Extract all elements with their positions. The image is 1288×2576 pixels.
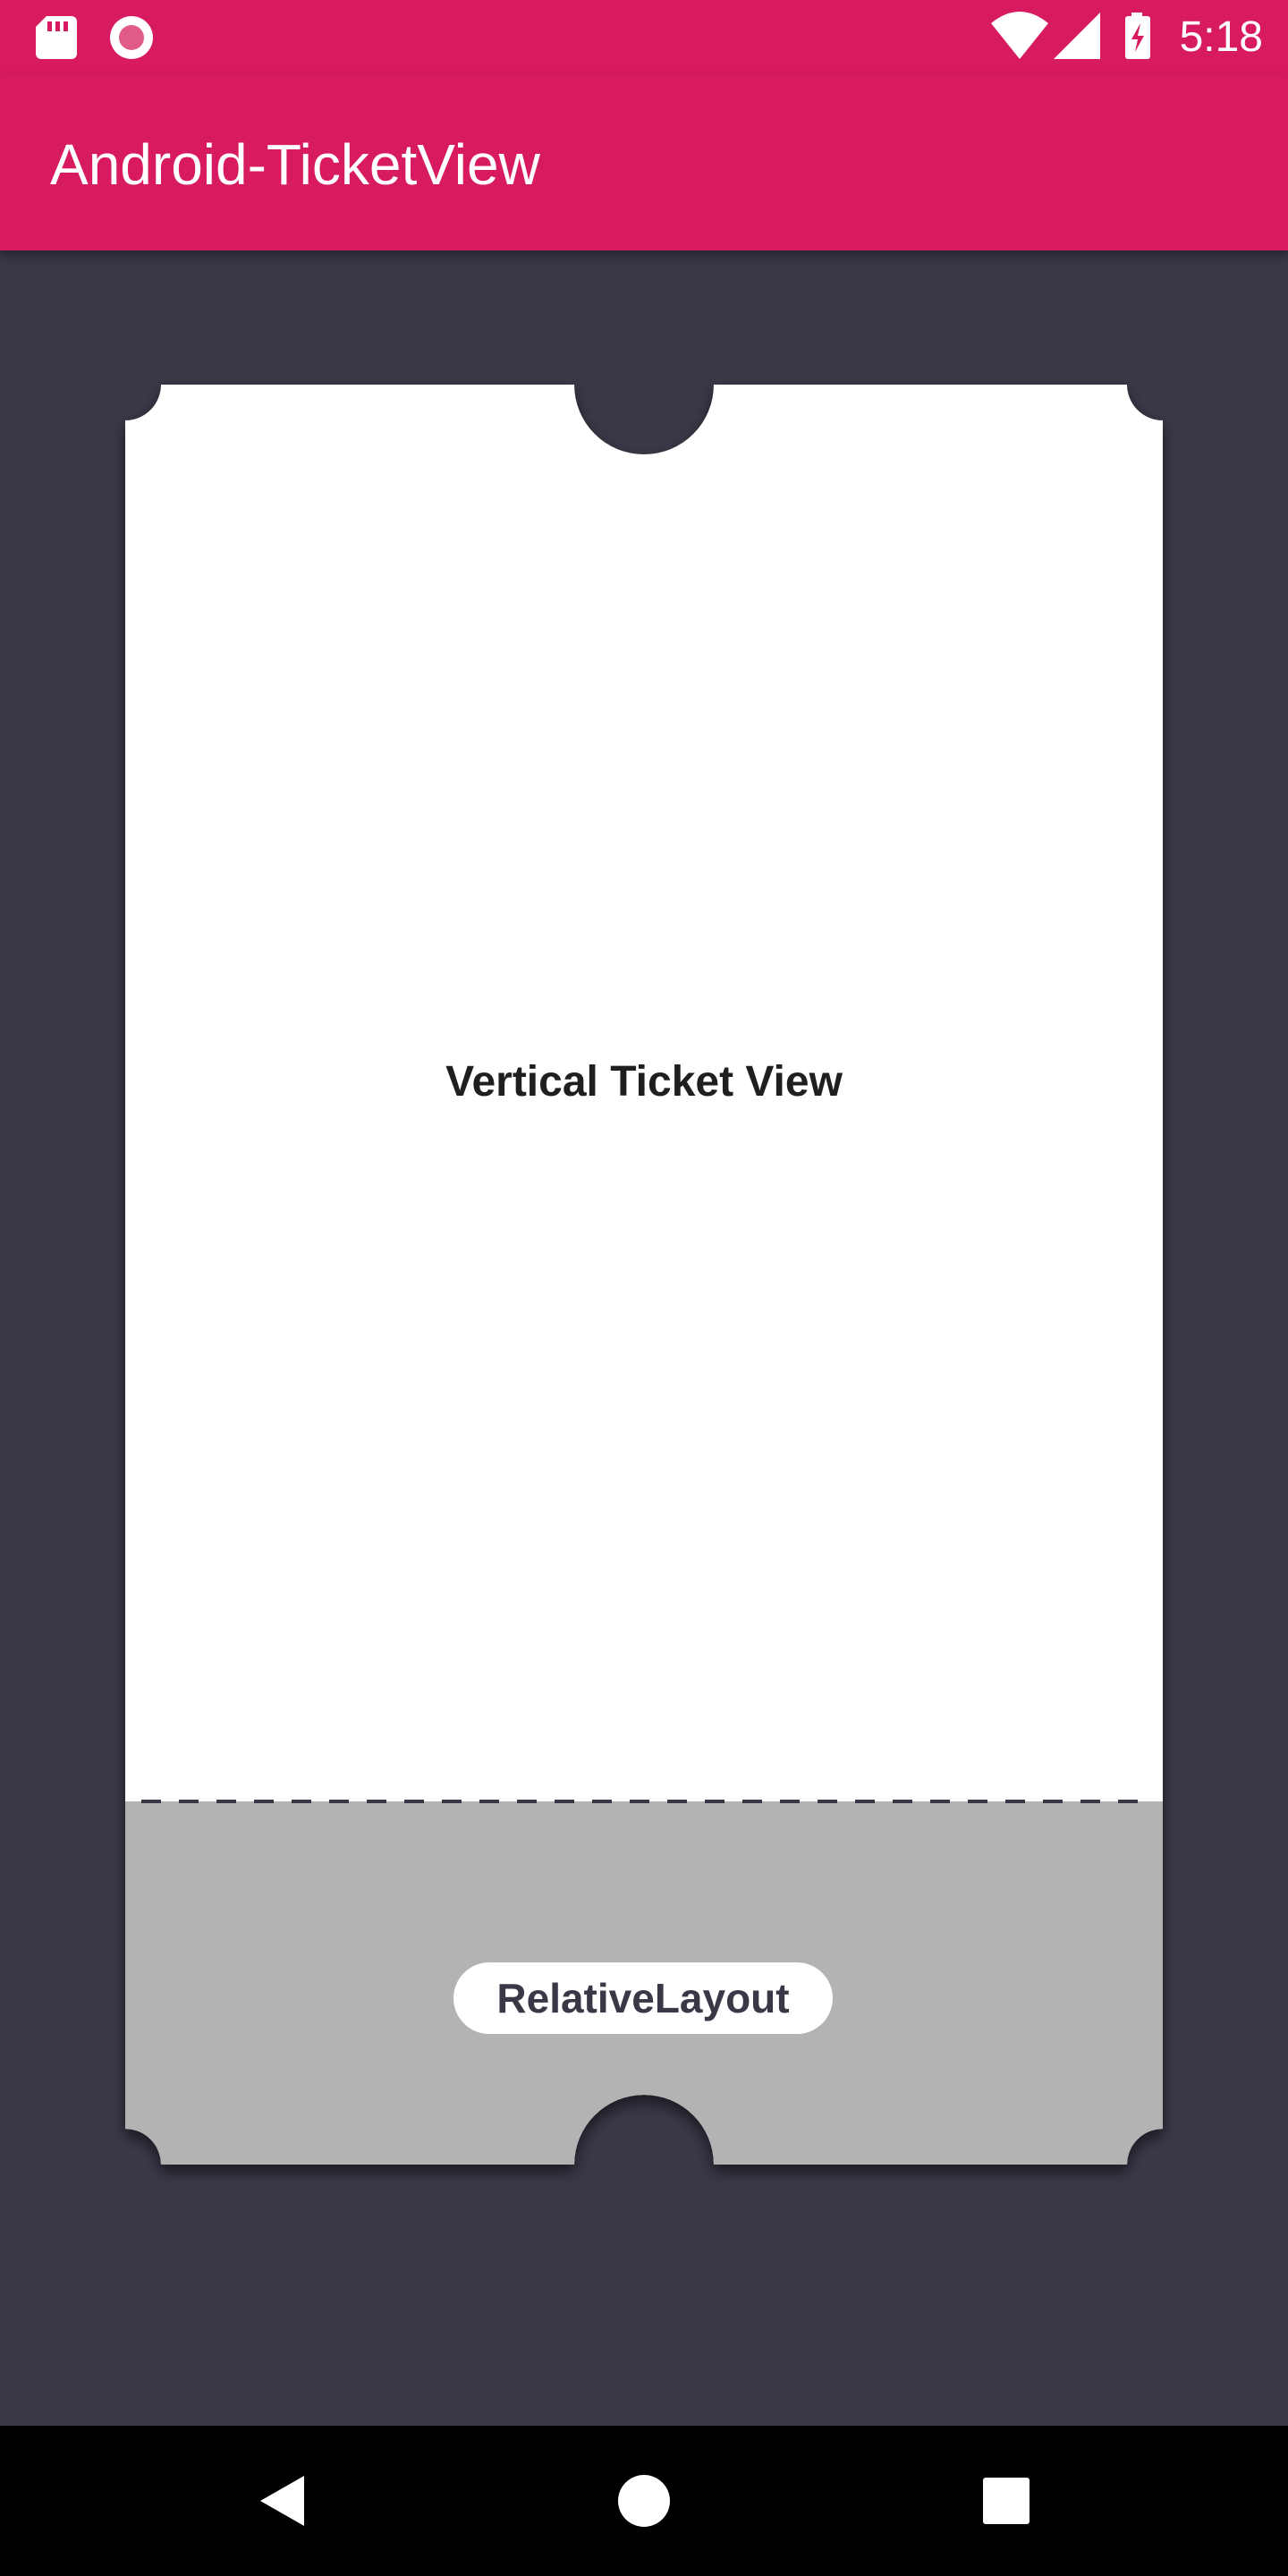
sd-card-icon [36, 16, 77, 59]
record-icon [110, 16, 153, 59]
ticket-title: Vertical Ticket View [445, 1058, 843, 1106]
status-bar: 5:18 [0, 0, 1288, 75]
back-button[interactable] [211, 2426, 354, 2576]
recents-button[interactable] [935, 2426, 1078, 2576]
home-button[interactable] [572, 2426, 716, 2576]
home-icon [618, 2475, 670, 2527]
battery-charging-icon [1125, 13, 1150, 59]
wifi-icon [991, 12, 1048, 59]
navigation-bar [0, 2426, 1288, 2576]
main-content: Vertical Ticket View RelativeLayout [0, 250, 1288, 2426]
app-title: Android-TicketView [50, 132, 540, 197]
app-bar: Android-TicketView [0, 75, 1288, 250]
back-icon [260, 2476, 304, 2526]
vertical-ticket-view [125, 385, 1163, 2165]
relativelayout-button[interactable]: RelativeLayout [453, 1962, 833, 2034]
recents-icon [983, 2478, 1030, 2524]
signal-icon [1054, 13, 1100, 59]
status-time: 5:18 [1179, 13, 1263, 61]
